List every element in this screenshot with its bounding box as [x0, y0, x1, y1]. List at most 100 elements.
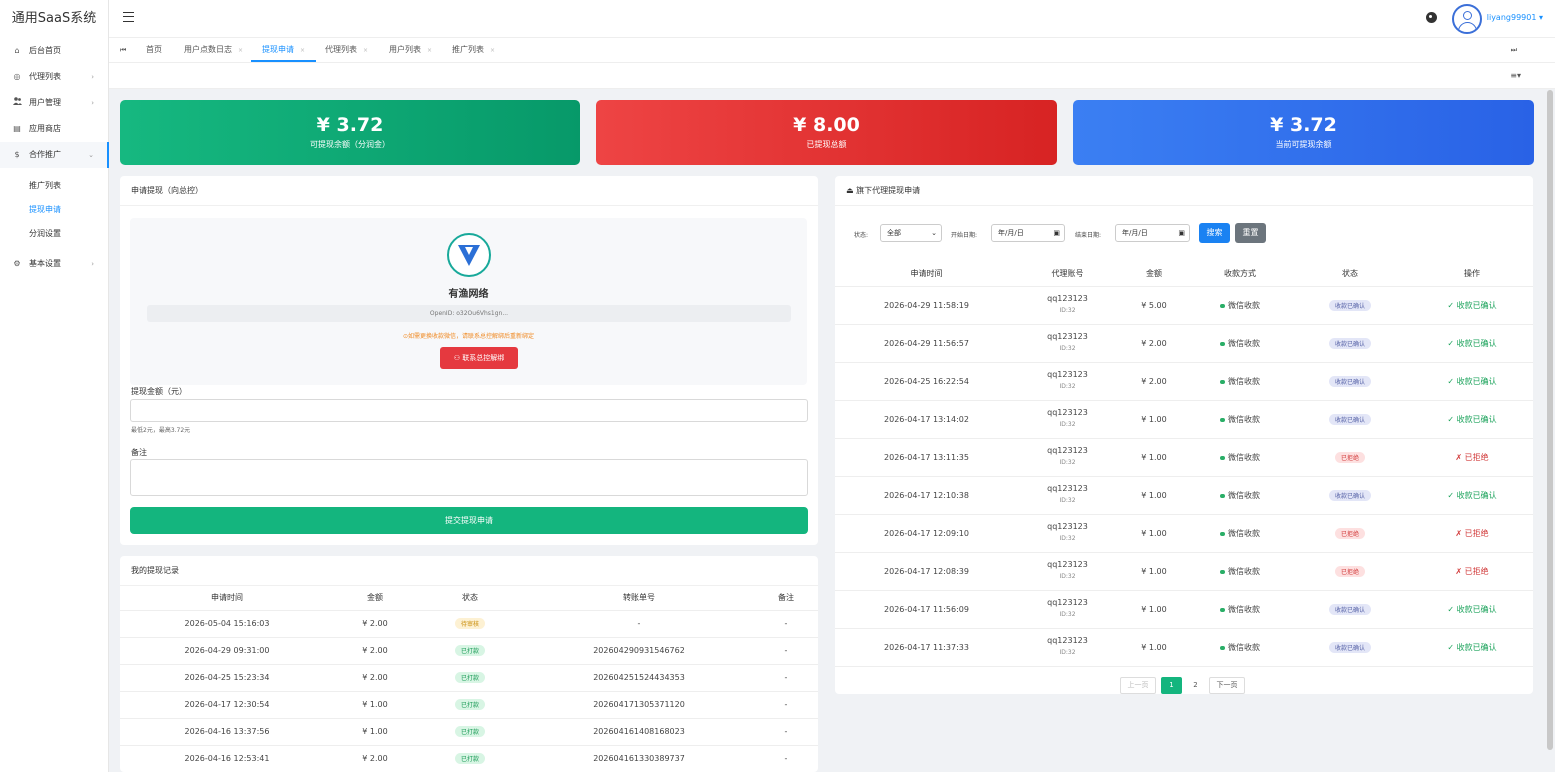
sidebar-item-agents[interactable]: ◎ 代理列表 ›	[0, 64, 108, 90]
cell-time: 2026-04-16 13:37:56	[120, 718, 334, 746]
tab-label: 推广列表	[452, 45, 484, 54]
cell-order: 202604251524434353	[524, 664, 754, 692]
sidebar-item-label: 合作推广	[29, 150, 61, 159]
chevron-down-icon: ⌄	[88, 151, 94, 159]
sidebar-item-promotion[interactable]: $ 合作推广 ⌄	[0, 142, 108, 168]
col-header: 操作	[1411, 262, 1533, 287]
cell-amount: ¥ 1.00	[1117, 476, 1191, 515]
tab-agents[interactable]: 代理列表 ×	[325, 38, 368, 62]
agent-id: ID:32	[1059, 649, 1076, 656]
sidebar-item-home[interactable]: ⌂ 后台首页	[0, 38, 108, 64]
app-title: 通用SaaS系统	[11, 11, 97, 26]
start-date-input[interactable]: 年/月/日 ▣	[991, 224, 1065, 242]
sidebar-subitem-profit-settings[interactable]: 分润设置	[0, 222, 108, 246]
gear-icon: ⚙	[13, 259, 21, 268]
cell-status: 收款已确认	[1289, 286, 1411, 325]
status-badge: 收款已确认	[1328, 413, 1371, 425]
col-header: 转账单号	[524, 586, 754, 611]
col-header: 金额	[1117, 262, 1191, 287]
agent-withdraw-table: 申请时间 代理账号 金额 收款方式 状态 操作 2026-04-29 11:58…	[835, 262, 1533, 667]
tabs-menu-icon[interactable]: ≡▾	[1510, 71, 1521, 80]
status-badge: 已打款	[454, 726, 485, 737]
logo-v-inner	[465, 247, 473, 255]
scroll-right-icon[interactable]: ⏭	[1511, 38, 1517, 62]
submit-withdraw-button[interactable]: 提交提现申请	[130, 507, 808, 534]
reset-button[interactable]: 重置	[1235, 223, 1266, 243]
col-header: 代理账号	[1018, 262, 1117, 287]
sidebar-item-store[interactable]: ▤ 应用商店	[0, 116, 108, 142]
tab-home[interactable]: 首页	[146, 38, 162, 62]
warning-text: ⊙如需更换收款微信，请联系总控解绑后重新绑定	[402, 333, 535, 340]
chevron-down-icon: ⌄	[931, 229, 937, 237]
globe-icon: ◎	[13, 72, 21, 81]
contact-unbind-button[interactable]: ⚇ 联系总控解绑	[440, 347, 518, 369]
avatar[interactable]	[1452, 4, 1482, 34]
close-icon[interactable]: ×	[300, 47, 305, 54]
agent-account: qq123123	[1047, 408, 1088, 417]
status-badge: 已拒绝	[1334, 527, 1365, 539]
prev-page-button[interactable]: 上一页	[1120, 677, 1156, 694]
cell-account: qq123123 ID:32	[1018, 400, 1117, 439]
agent-account: qq123123	[1047, 446, 1088, 455]
operation-status: ✗ 已拒绝	[1455, 452, 1489, 462]
table-row: 2026-04-29 09:31:00 ¥ 2.00 已打款 202604290931…	[120, 637, 818, 665]
page-scrollbar[interactable]	[1547, 90, 1553, 750]
cell-remark: -	[754, 610, 818, 638]
cell-amount: ¥ 2.00	[334, 610, 416, 638]
wechat-icon	[1220, 417, 1225, 422]
stat-value: ¥ 3.72	[1270, 114, 1337, 136]
tab-promo[interactable]: 推广列表 ×	[452, 38, 495, 62]
sidebar-item-settings[interactable]: ⚙ 基本设置 ›	[0, 251, 108, 277]
next-page-button[interactable]: 下一页	[1209, 677, 1245, 694]
page-button-2[interactable]: 2	[1187, 677, 1204, 694]
stat-card-available: ¥ 3.72 可提现余额（分润金）	[120, 100, 580, 165]
palette-icon[interactable]	[1426, 12, 1437, 23]
close-icon[interactable]: ×	[363, 47, 368, 54]
operation-status: ✓ 收款已确认	[1447, 642, 1497, 652]
agent-id: ID:32	[1059, 345, 1076, 352]
tab-points-log[interactable]: 用户点数日志 ×	[184, 38, 243, 62]
tab-label: 代理列表	[325, 45, 357, 54]
sidebar-item-users[interactable]: 用户管理 ›	[0, 90, 108, 116]
cell-account: qq123123 ID:32	[1018, 438, 1117, 477]
cell-method: 微信收款	[1191, 590, 1289, 629]
sidebar-subitem-withdraw[interactable]: 提现申请	[0, 198, 108, 222]
sidebar-subitem-promo-list[interactable]: 推广列表	[0, 174, 108, 198]
scroll-left-icon[interactable]: ⏮	[120, 38, 126, 62]
table-row: 2026-04-17 12:10:38 qq123123 ID:32 ¥ 1.00 微信…	[835, 476, 1533, 515]
remark-textarea[interactable]	[130, 459, 808, 496]
close-icon[interactable]: ×	[427, 47, 432, 54]
cell-account: qq123123 ID:32	[1018, 552, 1117, 591]
cell-amount: ¥ 1.00	[1117, 438, 1191, 477]
method-text: 微信收款	[1228, 490, 1260, 500]
status-select[interactable]: 全部 ⌄	[880, 224, 942, 242]
tab-withdraw[interactable]: 提现申请 ×	[251, 38, 317, 62]
bound-user-card: 有渔网络 OpenID: o32Ou6Vhs1gn... ⊙如需更换收款微信，请…	[130, 218, 807, 385]
agent-account: qq123123	[1047, 484, 1088, 493]
end-date-input[interactable]: 年/月/日 ▣	[1115, 224, 1190, 242]
tab-users[interactable]: 用户列表 ×	[389, 38, 432, 62]
menu-toggle-icon[interactable]	[123, 12, 134, 22]
cell-amount: ¥ 2.00	[334, 664, 416, 692]
start-date-value: 年/月/日	[998, 229, 1024, 237]
cell-method: 微信收款	[1191, 362, 1289, 401]
agent-account: qq123123	[1047, 522, 1088, 531]
cell-remark: -	[754, 745, 818, 772]
wechat-icon	[1220, 379, 1225, 384]
cell-remark: -	[754, 664, 818, 692]
close-icon[interactable]: ×	[238, 47, 243, 54]
cell-time: 2026-04-17 11:37:33	[835, 628, 1018, 667]
page-button-1[interactable]: 1	[1161, 677, 1182, 694]
amount-label: 提现金额（元）	[131, 387, 187, 396]
close-icon[interactable]: ×	[490, 47, 495, 54]
user-menu[interactable]: liyang99901 ▾	[1487, 13, 1543, 22]
cell-account: qq123123 ID:32	[1018, 628, 1117, 667]
store-icon: ▤	[13, 124, 21, 133]
sidebar-item-label: 用户管理	[29, 98, 61, 107]
amount-input[interactable]	[130, 399, 808, 422]
stat-card-current: ¥ 3.72 当前可提现余额	[1073, 100, 1534, 165]
agent-id: ID:32	[1059, 497, 1076, 504]
table-row: 2026-04-17 12:08:39 qq123123 ID:32 ¥ 1.00 微信…	[835, 552, 1533, 591]
search-button[interactable]: 搜索	[1199, 223, 1230, 243]
status-filter-label: 状态:	[854, 232, 869, 239]
